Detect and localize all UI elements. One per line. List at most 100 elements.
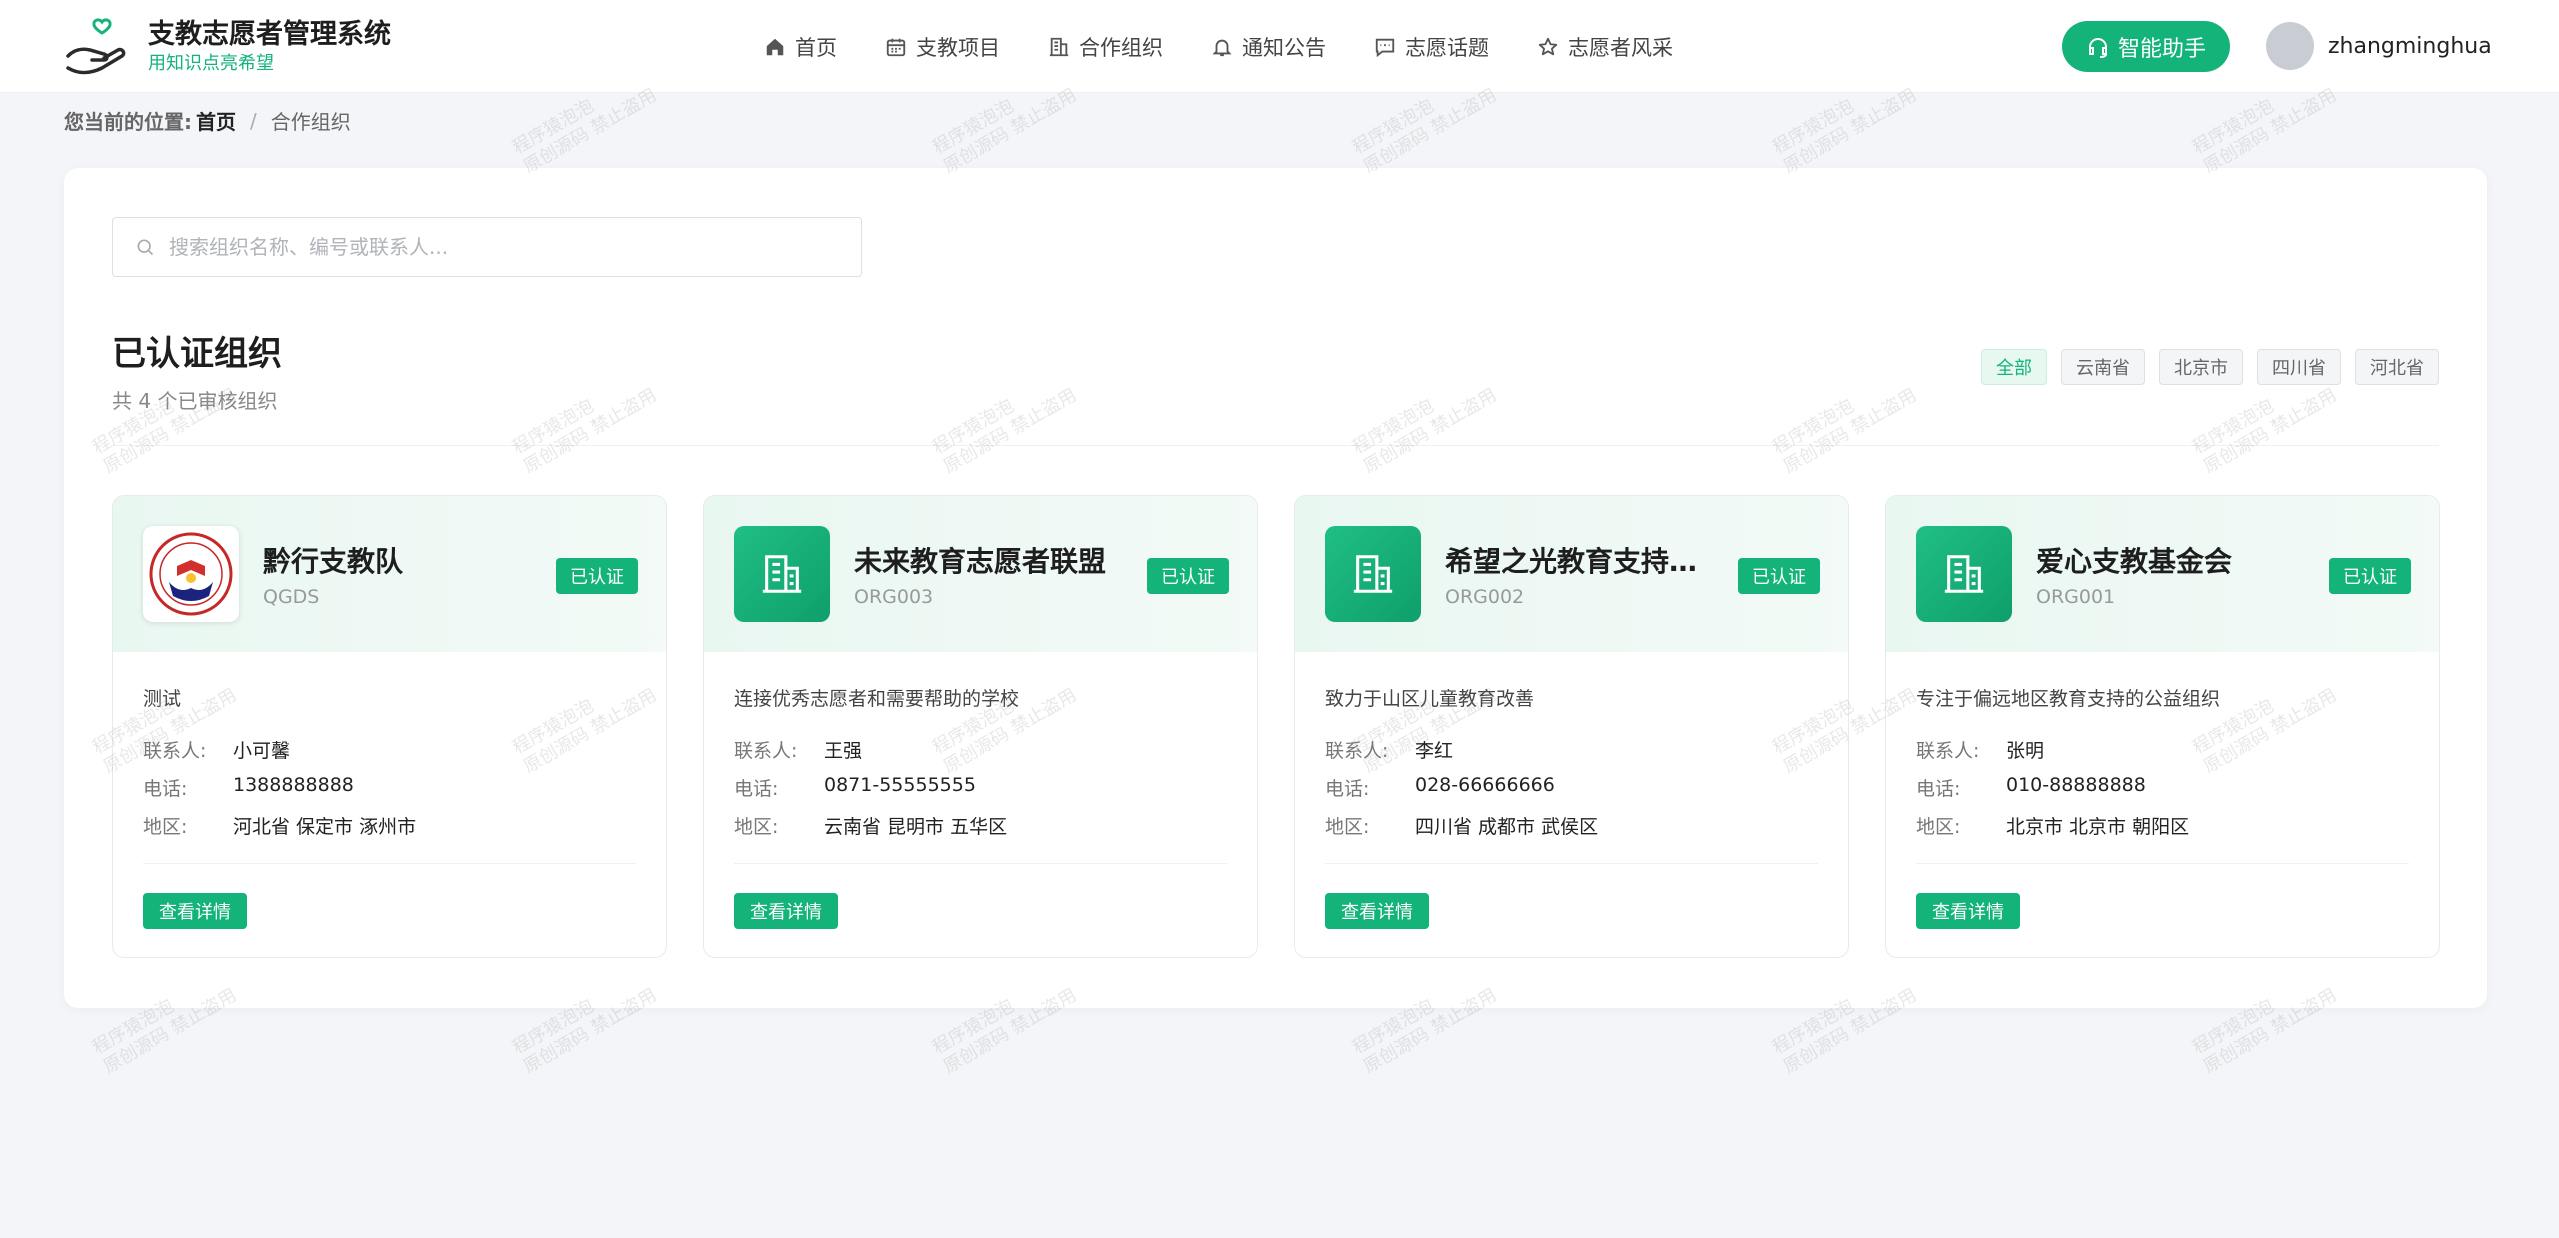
region-label: 地区: [1916,816,1961,838]
org-phone-row: 电话: 010-88888888 [1916,774,2146,801]
org-description: 专注于偏远地区教育支持的公益组织 [1916,688,2221,710]
watermark-line2: 原创源码 禁止盗用 [520,84,661,178]
verified-badge: 已认证 [2329,558,2411,594]
nav-organizations[interactable]: 合作组织 [1048,32,1163,62]
watermark-line2: 原创源码 禁止盗用 [1780,84,1921,178]
card-divider [143,863,636,864]
search-input[interactable] [169,235,849,259]
nav-notices[interactable]: 通知公告 [1211,32,1326,62]
org-card: 希望之光教育支持… ORG002 已认证 致力于山区儿童教育改善 联系人: 李红… [1294,495,1849,958]
card-divider [1325,863,1818,864]
filter-all[interactable]: 全部 [1981,349,2047,385]
star-icon [1538,37,1558,55]
verified-badge: 已认证 [1738,558,1820,594]
org-logo [143,526,239,622]
building-icon [762,555,802,593]
org-contact-row: 联系人: 张明 [1916,736,2044,763]
org-card: 黔行支教队 QGDS 已认证 测试 联系人: 小可馨 电话: 138888888… [112,495,667,958]
breadcrumb-home-link[interactable]: 首页 [196,106,236,135]
phone-value: 028-66666666 [1415,774,1555,796]
bell-icon [1212,39,1232,56]
nav-home[interactable]: 首页 [764,32,837,62]
org-card-header: 希望之光教育支持… ORG002 已认证 [1295,496,1848,652]
calendar-icon [886,38,906,56]
headset-icon [2088,37,2107,58]
org-contact-row: 联系人: 李红 [1325,736,1453,763]
view-details-button[interactable]: 查看详情 [1325,893,1429,929]
org-name: 爱心支教基金会 [2036,545,2233,578]
verified-badge: 已认证 [556,558,638,594]
nav-organizations-label: 合作组织 [1079,35,1163,60]
view-details-button[interactable]: 查看详情 [734,893,838,929]
contact-value: 李红 [1415,740,1454,762]
region-value: 河北省 保定市 涿州市 [233,816,417,838]
region-label: 地区: [1325,816,1370,838]
building-icon [1944,555,1984,593]
org-code: ORG002 [1445,586,1525,608]
org-region-row: 地区: 河北省 保定市 涿州市 [143,812,416,839]
search-box[interactable] [112,217,862,277]
org-logo [1325,526,1421,622]
nav-projects-label: 支教项目 [916,35,1000,60]
org-name: 黔行支教队 [263,545,404,578]
org-code: ORG001 [2036,586,2116,608]
verified-badge: 已认证 [1147,558,1229,594]
watermark-line2: 原创源码 禁止盗用 [940,84,1081,178]
emblem-image [149,532,233,616]
org-description: 连接优秀志愿者和需要帮助的学校 [734,688,1020,710]
phone-value: 010-88888888 [2006,774,2146,796]
nav-volunteer-showcase[interactable]: 志愿者风采 [1537,32,1673,62]
organizations-panel: 已认证组织 共 4 个已审核组织 全部 云南省 北京市 四川省 河北省 黔行支教… [64,168,2487,1008]
nav-projects[interactable]: 支教项目 [885,32,1000,62]
phone-label: 电话: [1916,778,1961,800]
org-logo [734,526,830,622]
nav-notices-label: 通知公告 [1242,35,1326,60]
contact-label: 联系人: [1916,740,1980,762]
org-region-row: 地区: 四川省 成都市 武侯区 [1325,812,1598,839]
brand-title: 支教志愿者管理系统 [148,19,391,50]
phone-label: 电话: [143,778,188,800]
smart-assistant-button[interactable]: 智能助手 [2062,21,2230,72]
org-name: 希望之光教育支持… [1445,545,1698,578]
section-title: 已认证组织 [112,334,282,374]
smart-assistant-label: 智能助手 [2117,36,2206,62]
breadcrumb-separator: / [250,108,257,133]
watermark-line2: 原创源码 禁止盗用 [1360,84,1501,178]
search-icon [137,239,154,256]
org-card-header: 未来教育志愿者联盟 ORG003 已认证 [704,496,1257,652]
filter-yunnan[interactable]: 云南省 [2061,349,2145,385]
org-card-header: 爱心支教基金会 ORG001 已认证 [1886,496,2439,652]
contact-label: 联系人: [734,740,798,762]
org-phone-row: 电话: 0871-55555555 [734,774,976,801]
org-code: QGDS [263,586,320,608]
breadcrumb-prefix: 您当前的位置: [64,110,192,134]
user-menu[interactable]: zhangminghua [2266,22,2492,70]
avatar[interactable] [2266,22,2314,70]
org-contact-row: 联系人: 小可馨 [143,736,290,763]
org-code: ORG003 [854,586,934,608]
org-card-header: 黔行支教队 QGDS 已认证 [113,496,666,652]
filter-beijing[interactable]: 北京市 [2159,349,2243,385]
phone-value: 0871-55555555 [824,774,976,796]
org-region-row: 地区: 北京市 北京市 朝阳区 [1916,812,2189,839]
contact-value: 王强 [824,740,863,762]
phone-value: 1388888888 [233,774,354,796]
org-card: 爱心支教基金会 ORG001 已认证 专注于偏远地区教育支持的公益组织 联系人:… [1885,495,2440,958]
filter-sichuan[interactable]: 四川省 [2257,349,2341,385]
view-details-button[interactable]: 查看详情 [143,893,247,929]
nav-home-label: 首页 [795,35,837,60]
view-details-button[interactable]: 查看详情 [1916,893,2020,929]
building-icon [1049,37,1069,56]
phone-label: 电话: [1325,778,1370,800]
nav-topics[interactable]: 志愿话题 [1374,32,1489,62]
chat-icon [1375,38,1395,57]
brand[interactable]: 支教志愿者管理系统 用知识点亮希望 [64,16,391,78]
region-value: 四川省 成都市 武侯区 [1415,816,1599,838]
username: zhangminghua [2328,33,2492,59]
phone-label: 电话: [734,778,779,800]
org-name: 未来教育志愿者联盟 [854,545,1107,578]
watermark-line2: 原创源码 禁止盗用 [2200,84,2341,178]
org-card: 未来教育志愿者联盟 ORG003 已认证 连接优秀志愿者和需要帮助的学校 联系人… [703,495,1258,958]
filter-hebei[interactable]: 河北省 [2355,349,2439,385]
hand-heart-logo-icon [66,18,126,75]
